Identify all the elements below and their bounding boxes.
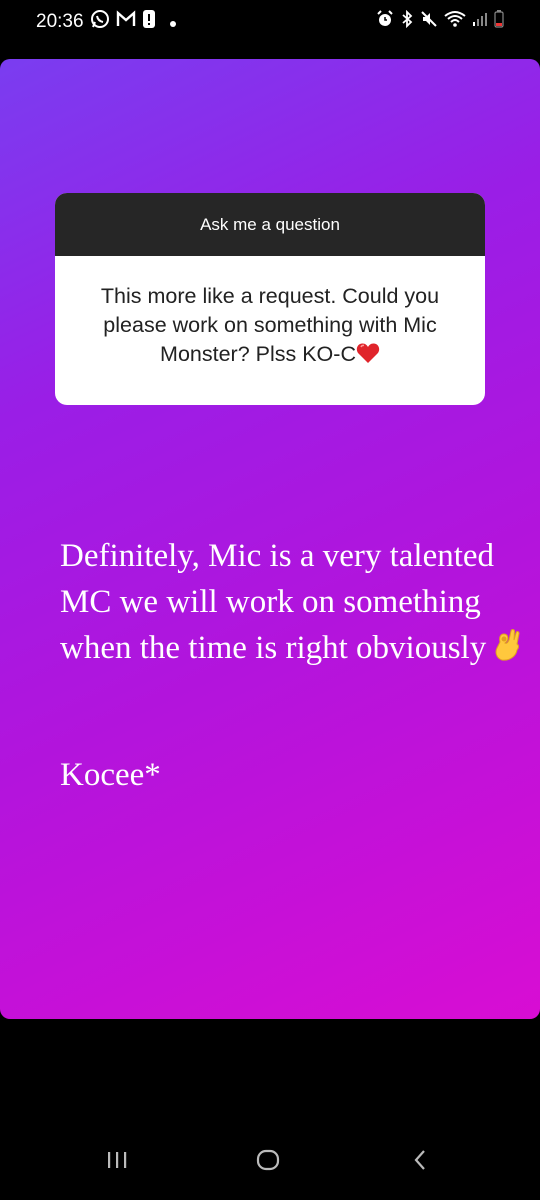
status-right bbox=[376, 9, 504, 33]
question-text: This more like a request. Could you plea… bbox=[100, 284, 440, 366]
alert-icon bbox=[142, 9, 156, 35]
status-time: 20:36 bbox=[36, 11, 84, 32]
home-icon bbox=[256, 1149, 280, 1176]
signature: Kocee* bbox=[60, 757, 161, 793]
mute-icon bbox=[420, 10, 438, 33]
question-sticker-body: This more like a request. Could you plea… bbox=[55, 256, 485, 372]
recent-apps-button[interactable] bbox=[97, 1142, 137, 1182]
home-button[interactable] bbox=[248, 1142, 288, 1182]
bluetooth-icon bbox=[400, 9, 414, 33]
navigation-bar bbox=[0, 1128, 540, 1200]
question-sticker-header: Ask me a question bbox=[55, 193, 485, 256]
red-heart-icon bbox=[356, 342, 380, 372]
recent-apps-icon bbox=[106, 1150, 128, 1175]
story-card[interactable]: Ask me a question This more like a reque… bbox=[0, 59, 540, 1019]
signal-icon bbox=[472, 11, 488, 32]
answer-text-block: Definitely, Mic is a very talented MC we… bbox=[60, 533, 530, 675]
answer-text: Definitely, Mic is a very talented MC we… bbox=[60, 538, 495, 666]
battery-low-icon bbox=[494, 10, 504, 33]
gmail-icon bbox=[116, 10, 136, 34]
question-sticker[interactable]: Ask me a question This more like a reque… bbox=[55, 193, 485, 405]
status-bar: 20:36 bbox=[0, 0, 540, 44]
alarm-icon bbox=[376, 10, 394, 33]
status-left: 20:36 bbox=[36, 9, 176, 35]
dot-icon bbox=[169, 11, 176, 33]
back-button[interactable] bbox=[400, 1142, 440, 1182]
wifi-icon bbox=[444, 10, 466, 33]
ok-hand-icon bbox=[492, 628, 522, 675]
whatsapp-icon bbox=[90, 9, 110, 35]
back-icon bbox=[412, 1149, 428, 1176]
